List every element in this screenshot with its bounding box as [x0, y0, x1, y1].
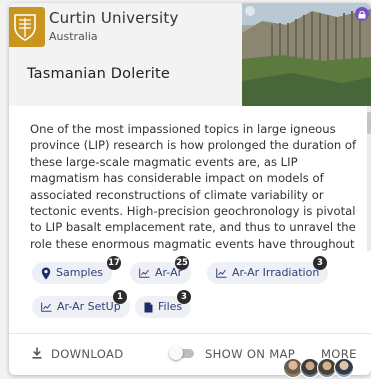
- scatter-chart-icon: [216, 268, 227, 278]
- file-icon: [144, 302, 153, 313]
- scatter-chart-icon: [139, 268, 150, 278]
- download-label: DOWNLOAD: [51, 347, 124, 361]
- chip-label: Ar-Ar Irradiation: [232, 266, 320, 279]
- avatar[interactable]: [334, 358, 354, 378]
- shield-logo-icon: [9, 7, 45, 47]
- map-pin-icon: [41, 267, 51, 280]
- dataset-description: One of the most impassioned topics in la…: [30, 122, 357, 251]
- chip-count-badge: 17: [107, 256, 121, 270]
- footer-divider: [9, 333, 371, 334]
- description-scrollbar[interactable]: [367, 106, 371, 251]
- chip-samples[interactable]: Samples: [32, 262, 112, 284]
- show-on-map-label[interactable]: SHOW ON MAP: [205, 343, 295, 365]
- chip-count-badge: 3: [313, 256, 327, 270]
- chip-label: Samples: [56, 266, 103, 279]
- organization-country: Australia: [49, 30, 98, 43]
- card-header: Curtin University Australia Tasmanian Do…: [9, 3, 371, 106]
- description-panel[interactable]: One of the most impassioned topics in la…: [9, 106, 371, 251]
- chip-label: Ar-Ar SetUp: [57, 300, 121, 313]
- scrollbar-thumb[interactable]: [367, 112, 371, 134]
- organization-name: Curtin University: [49, 9, 179, 27]
- download-icon: [31, 347, 43, 362]
- chip-count-badge: 3: [177, 290, 191, 304]
- chip-ar-ar-irradiation[interactable]: Ar-Ar Irradiation: [207, 262, 329, 284]
- dataset-title[interactable]: Tasmanian Dolerite: [27, 66, 170, 82]
- show-on-map-toggle[interactable]: [169, 346, 196, 360]
- download-button[interactable]: DOWNLOAD: [31, 343, 123, 365]
- lock-icon: [355, 7, 369, 21]
- toggle-knob: [169, 346, 183, 360]
- dataset-card[interactable]: Curtin University Australia Tasmanian Do…: [9, 3, 371, 375]
- dataset-thumbnail: [242, 3, 371, 106]
- chip-count-badge: 25: [175, 256, 189, 270]
- scatter-chart-icon: [41, 302, 52, 312]
- chip-count-badge: 1: [113, 290, 127, 304]
